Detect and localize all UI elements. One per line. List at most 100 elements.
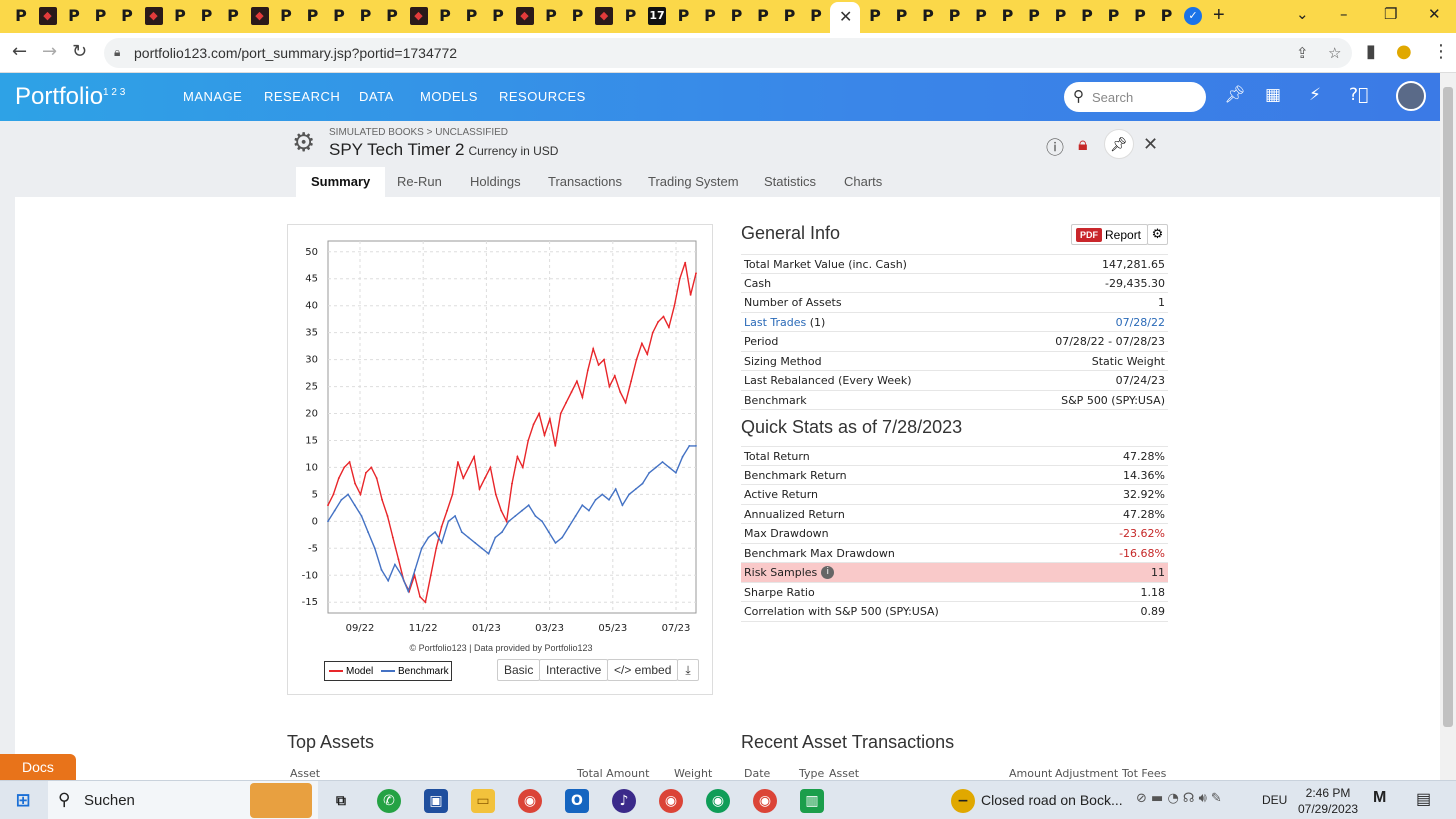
lightning-icon[interactable]: ⚡︎ bbox=[1309, 85, 1321, 105]
nav-data[interactable]: DATA bbox=[359, 89, 394, 104]
browser-tab-favicon-icon[interactable]: P bbox=[330, 7, 348, 25]
legend-benchmark[interactable]: Benchmark bbox=[381, 666, 449, 677]
info-icon[interactable]: i bbox=[821, 566, 835, 579]
tab-statistics[interactable]: Statistics bbox=[749, 167, 831, 197]
browser-tab-favicon-icon[interactable]: P bbox=[542, 7, 560, 25]
browser-tab-favicon-icon[interactable]: P bbox=[92, 7, 110, 25]
forward-icon[interactable]: → bbox=[42, 41, 57, 62]
browser-tab-favicon-icon[interactable]: P bbox=[754, 7, 772, 25]
browser-tab-favicon-icon[interactable]: P bbox=[489, 7, 507, 25]
whatsapp-icon[interactable]: ✆ bbox=[377, 789, 401, 813]
browser-tab-favicon-icon[interactable]: P bbox=[118, 7, 136, 25]
browser-tab-favicon-icon[interactable]: P bbox=[198, 7, 216, 25]
interactive-chart-button[interactable]: Interactive bbox=[539, 659, 609, 681]
report-settings-gear-icon[interactable]: ⚙ bbox=[1147, 224, 1168, 245]
chrome-icon[interactable]: ◉ bbox=[706, 789, 730, 813]
tab-search-chevron-icon[interactable]: ⌄ bbox=[1296, 5, 1309, 23]
outlook-calendar-icon[interactable]: ▣ bbox=[424, 789, 448, 813]
col-date[interactable]: Date bbox=[744, 767, 770, 780]
docs-button[interactable]: Docs bbox=[0, 754, 76, 781]
col-asset[interactable]: Asset bbox=[829, 767, 859, 780]
browser-tab-favicon-icon[interactable]: ◆ bbox=[38, 7, 57, 25]
col-asset[interactable]: Asset bbox=[290, 767, 320, 780]
nav-resources[interactable]: RESOURCES bbox=[499, 89, 586, 104]
mail-notification-icon[interactable]: M bbox=[1373, 789, 1386, 807]
col-tot-fees[interactable]: Tot Fees bbox=[1122, 767, 1166, 780]
pin-icon[interactable]: 📌︎ bbox=[1224, 85, 1246, 105]
url-box[interactable]: 🔒︎ portfolio123.com/port_summary.jsp?por… bbox=[104, 38, 1352, 68]
basic-chart-button[interactable]: Basic bbox=[497, 659, 541, 681]
browser-tab-favicon-icon[interactable]: P bbox=[807, 7, 825, 25]
active-tab[interactable]: ✕ bbox=[830, 2, 860, 33]
browser-tab-favicon-icon[interactable]: P bbox=[357, 7, 375, 25]
browser-tab-favicon-icon[interactable]: P bbox=[972, 7, 990, 25]
col-weight[interactable]: Weight bbox=[674, 767, 712, 780]
last-trades-link[interactable]: Last Trades bbox=[744, 316, 806, 329]
browser-tab-favicon-icon[interactable]: P bbox=[1052, 7, 1070, 25]
scrollbar-thumb[interactable] bbox=[1443, 87, 1453, 727]
browser-tab-favicon-icon[interactable]: P bbox=[304, 7, 322, 25]
app-icon[interactable]: ♪ bbox=[612, 789, 636, 813]
clock[interactable]: 2:46 PM 07/29/2023 bbox=[1298, 785, 1358, 817]
reload-icon[interactable]: ↻ bbox=[72, 41, 87, 62]
browser-tab-favicon-icon[interactable]: ✓ bbox=[1184, 7, 1202, 25]
browser-tab-favicon-icon[interactable]: P bbox=[65, 7, 83, 25]
search-input[interactable]: ⚲ Search bbox=[1064, 82, 1206, 112]
chrome-icon[interactable]: ◉ bbox=[518, 789, 542, 813]
pdf-report-button[interactable]: PDF Report bbox=[1071, 224, 1149, 245]
nav-manage[interactable]: MANAGE bbox=[183, 89, 242, 104]
close-tab-icon[interactable]: ✕ bbox=[839, 7, 852, 27]
download-icon[interactable]: ⤓ bbox=[677, 659, 699, 681]
task-view-icon[interactable]: ⧉ bbox=[329, 789, 353, 813]
browser-tab-favicon-icon[interactable]: P bbox=[893, 7, 911, 25]
chrome-icon[interactable]: ◉ bbox=[753, 789, 777, 813]
close-window-icon[interactable]: ✕ bbox=[1428, 5, 1441, 23]
browser-tab-favicon-icon[interactable]: P bbox=[463, 7, 481, 25]
settings-gear-icon[interactable]: ⚙ bbox=[292, 128, 315, 158]
help-icon[interactable]: ?⃝ bbox=[1349, 85, 1368, 105]
language-indicator[interactable]: DEU bbox=[1262, 793, 1287, 807]
last-trade-date-link[interactable]: 07/28/22 bbox=[1116, 316, 1165, 329]
browser-tab-favicon-icon[interactable]: P bbox=[781, 7, 799, 25]
tab-holdings[interactable]: Holdings bbox=[455, 167, 536, 197]
browser-tab-favicon-icon[interactable]: P bbox=[946, 7, 964, 25]
system-tray-icons[interactable]: ⊘ ▬ ◔ ☊ 🔊︎ ✎ bbox=[1136, 791, 1222, 806]
browser-tab-favicon-icon[interactable]: P bbox=[919, 7, 937, 25]
breadcrumb[interactable]: SIMULATED BOOKS > UNCLASSIFIED bbox=[329, 127, 508, 138]
info-icon[interactable]: ⓘ bbox=[1046, 134, 1064, 160]
browser-tab-favicon-icon[interactable]: P bbox=[701, 7, 719, 25]
browser-tab-favicon-icon[interactable]: P bbox=[1158, 7, 1176, 25]
notification-center-icon[interactable]: ▤ bbox=[1416, 789, 1431, 809]
browser-tab-favicon-icon[interactable]: 17 bbox=[648, 7, 666, 25]
browser-tab-favicon-icon[interactable]: P bbox=[436, 7, 454, 25]
legend-model[interactable]: Model bbox=[329, 666, 373, 677]
browser-menu-icon[interactable]: ⋮ bbox=[1432, 41, 1450, 62]
browser-tab-favicon-icon[interactable]: P bbox=[1078, 7, 1096, 25]
browser-tab-favicon-icon[interactable]: P bbox=[728, 7, 746, 25]
new-tab-button[interactable]: + bbox=[1213, 4, 1225, 27]
browser-tab-favicon-icon[interactable]: ◆ bbox=[409, 7, 428, 25]
portfolio123-logo[interactable]: Portfolio1 2 3 bbox=[15, 83, 125, 111]
browser-tab-favicon-icon[interactable]: P bbox=[1025, 7, 1043, 25]
user-avatar[interactable] bbox=[1396, 81, 1426, 111]
side-panel-icon[interactable]: ▮ bbox=[1366, 41, 1376, 62]
tab-rerun[interactable]: Re-Run bbox=[382, 167, 457, 197]
browser-tab-favicon-icon[interactable]: P bbox=[1105, 7, 1123, 25]
browser-tab-favicon-icon[interactable]: P bbox=[675, 7, 693, 25]
tab-transactions[interactable]: Transactions bbox=[533, 167, 637, 197]
pin-button[interactable]: 📌︎ bbox=[1104, 129, 1134, 159]
browser-tab-favicon-icon[interactable]: P bbox=[999, 7, 1017, 25]
bookmark-star-icon[interactable]: ☆ bbox=[1328, 44, 1341, 62]
browser-tab-favicon-icon[interactable]: P bbox=[224, 7, 242, 25]
share-icon[interactable]: ⇪ bbox=[1296, 44, 1309, 62]
browser-tab-favicon-icon[interactable]: ◆ bbox=[515, 7, 534, 25]
page-scrollbar[interactable] bbox=[1440, 73, 1456, 780]
embed-button[interactable]: </> embed bbox=[607, 659, 679, 681]
profile-icon[interactable]: ● bbox=[1396, 41, 1412, 62]
chrome-active-icon[interactable]: ◉ bbox=[659, 789, 683, 813]
tab-trading-system[interactable]: Trading System bbox=[633, 167, 754, 197]
apps-grid-icon[interactable]: ▦ bbox=[1265, 85, 1281, 105]
minimize-icon[interactable]: – bbox=[1340, 5, 1348, 23]
taskbar-search[interactable]: ⚲ Suchen bbox=[48, 781, 318, 819]
col-amount[interactable]: Amount bbox=[1009, 767, 1052, 780]
